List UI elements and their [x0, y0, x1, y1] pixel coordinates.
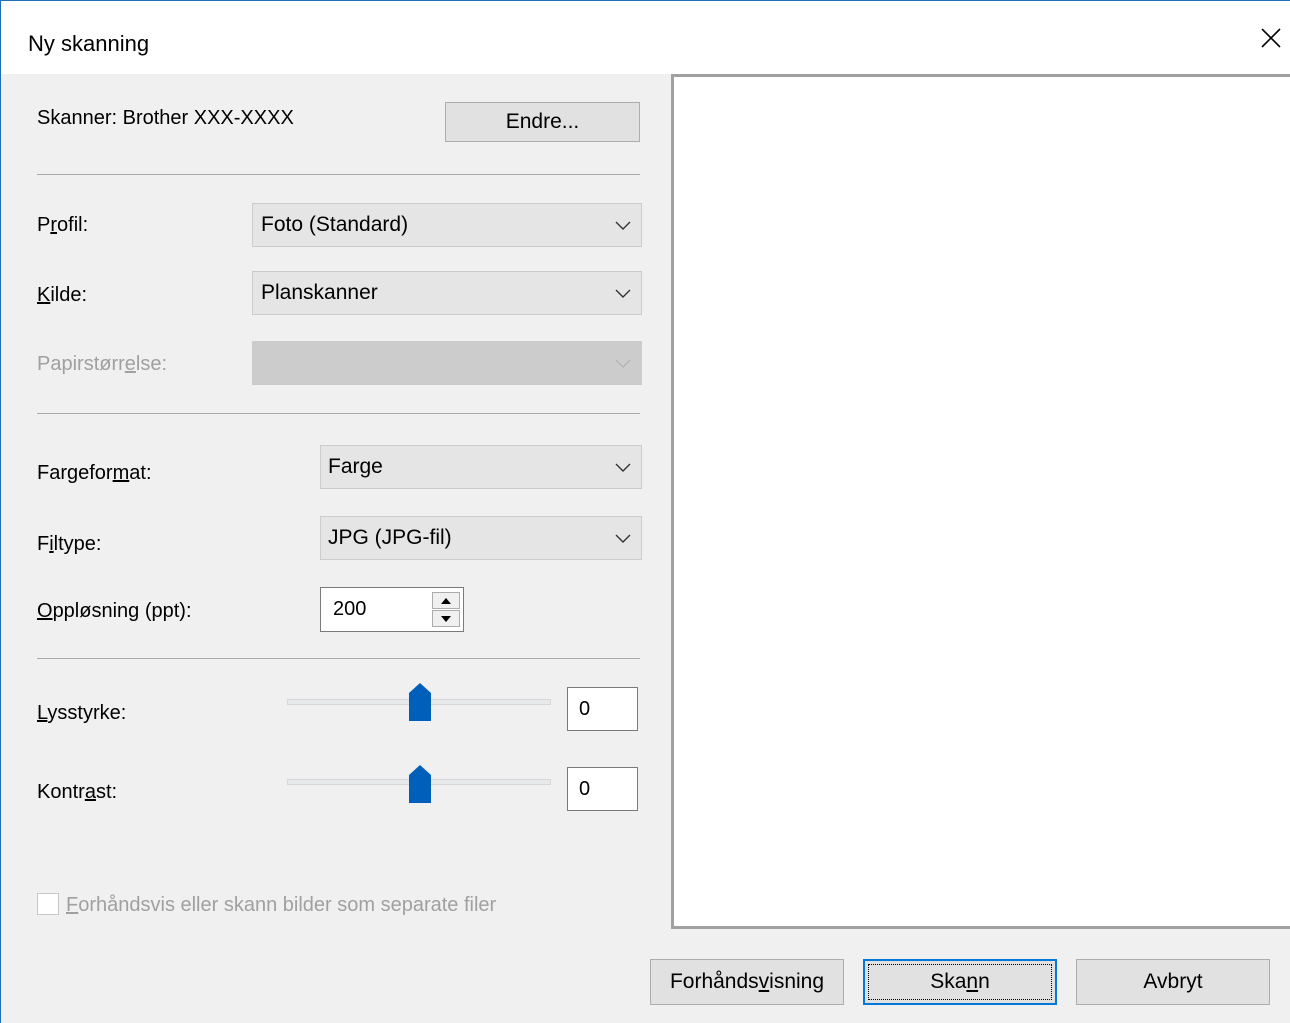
brightness-label: Lysstyrke:: [37, 702, 127, 724]
separator: [37, 658, 640, 659]
source-dropdown[interactable]: Planskanner: [252, 271, 642, 315]
preview-area: [671, 74, 1290, 929]
resolution-value[interactable]: 200: [333, 598, 366, 621]
close-icon: [1261, 28, 1281, 48]
scan-button[interactable]: Skann: [863, 959, 1057, 1005]
spin-down-button[interactable]: [432, 610, 460, 627]
color-format-value: Farge: [328, 455, 383, 478]
file-type-label: Filtype:: [37, 533, 102, 555]
color-format-dropdown[interactable]: Farge: [320, 445, 642, 489]
chevron-down-icon: [615, 534, 631, 543]
chevron-down-icon: [615, 289, 631, 298]
spin-up-icon: [441, 597, 451, 604]
separate-files-checkbox: [37, 893, 59, 915]
resolution-spinbox[interactable]: 200: [320, 587, 464, 632]
preview-button-label: Forhåndsvisning: [669, 970, 825, 993]
contrast-slider-thumb[interactable]: [409, 765, 431, 803]
title-bar: Ny skanning: [1, 1, 1290, 74]
contrast-label: Kontrast:: [37, 781, 118, 803]
source-label: Kilde:: [37, 284, 88, 306]
separate-files-label: Forhåndsvis eller skann bilder som separ…: [66, 894, 497, 916]
paper-size-dropdown: [252, 341, 642, 385]
window-title: Ny skanning: [28, 31, 150, 56]
file-type-value: JPG (JPG-fil): [328, 526, 452, 549]
close-button[interactable]: [1251, 15, 1290, 61]
chevron-down-icon: [615, 221, 631, 230]
chevron-down-icon: [615, 359, 631, 368]
spin-up-button[interactable]: [432, 592, 460, 609]
file-type-dropdown[interactable]: JPG (JPG-fil): [320, 516, 642, 560]
focus-rectangle: [868, 964, 1052, 1000]
contrast-value-input[interactable]: 0: [567, 767, 638, 811]
chevron-down-icon: [615, 463, 631, 472]
profile-label: Profil:: [37, 214, 89, 236]
paper-size-label: Papirstørrelse:: [37, 353, 168, 375]
spin-down-icon: [441, 615, 451, 622]
resolution-label: Oppløsning (ppt):: [37, 600, 192, 622]
brightness-value-input[interactable]: 0: [567, 687, 638, 731]
profile-value: Foto (Standard): [261, 213, 409, 236]
source-value: Planskanner: [261, 281, 378, 304]
separator: [37, 174, 640, 175]
preview-button[interactable]: Forhåndsvisning: [650, 959, 844, 1005]
change-scanner-button[interactable]: Endre...: [445, 102, 640, 142]
cancel-button[interactable]: Avbryt: [1076, 959, 1270, 1005]
scanner-label: Skanner: Brother XXX-XXXX: [37, 107, 294, 129]
color-format-label: Fargeformat:: [37, 462, 152, 484]
spin-buttons: [432, 592, 460, 627]
separator: [37, 413, 640, 414]
scan-dialog: Ny skanning Skanner: Brother XXX-XXXX En…: [0, 0, 1290, 1023]
profile-dropdown[interactable]: Foto (Standard): [252, 203, 642, 247]
brightness-slider-thumb[interactable]: [409, 683, 431, 721]
cancel-button-label: Avbryt: [1143, 970, 1203, 993]
change-scanner-button-label: Endre...: [505, 110, 580, 133]
